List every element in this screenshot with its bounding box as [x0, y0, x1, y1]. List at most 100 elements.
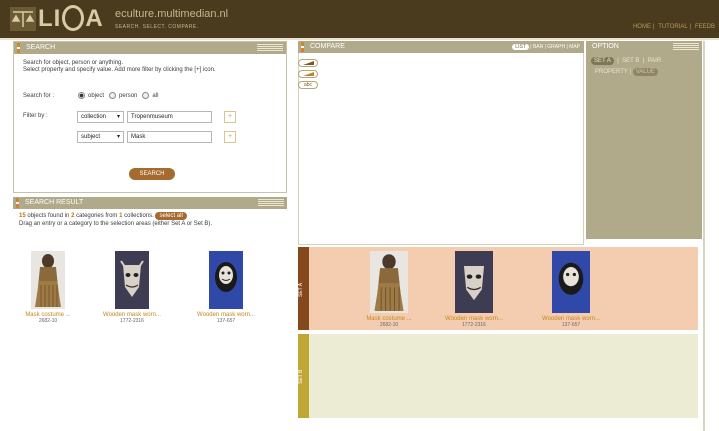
- search-button[interactable]: SEARCH: [129, 168, 175, 180]
- compare-panel-header: COMPARE LIST | BAR | GRAPH | MAP: [298, 41, 584, 53]
- result-item-1[interactable]: Mask costume ... 2682-10: [13, 312, 83, 324]
- panel-marker-icon: [301, 42, 304, 52]
- option-tab-set-b[interactable]: SET B: [622, 58, 639, 64]
- result-id-3: 137-657: [216, 318, 236, 324]
- option-subtab-value[interactable]: VALUE: [632, 68, 658, 76]
- chevron-down-icon: ▾: [116, 134, 120, 140]
- panel-marker-icon: [16, 198, 19, 208]
- result-item-3[interactable]: Wooden mask worn... 137-657: [191, 312, 261, 324]
- search-panel: SEARCH Search for object, person or anyt…: [13, 41, 287, 193]
- sort-asc-tool[interactable]: [298, 59, 318, 67]
- chevron-down-icon: ▾: [116, 114, 120, 120]
- nav-home-link[interactable]: HOME: [633, 24, 651, 30]
- search-panel-title: SEARCH: [26, 44, 56, 51]
- result-instruction: Drag an entry or a category to the selec…: [19, 221, 213, 227]
- top-nav: HOME | TUTORIAL | FEEDB: [632, 24, 715, 30]
- radio-person[interactable]: [109, 92, 117, 99]
- site-tagline: SEARCH. SELECT. COMPARE.: [115, 24, 199, 30]
- panel-grip-icon[interactable]: [673, 43, 699, 51]
- set-b-label: SET B: [298, 369, 304, 385]
- filter-by-label: Filter by :: [23, 113, 48, 119]
- compare-panel-title: COMPARE: [310, 43, 345, 50]
- panel-grip-icon[interactable]: [257, 44, 283, 52]
- panel-grip-icon[interactable]: [258, 199, 284, 207]
- view-tab-list[interactable]: LIST: [512, 44, 529, 50]
- result-thumbnail-3[interactable]: [209, 251, 243, 309]
- filter-property-value-1: collection: [81, 114, 107, 120]
- select-all-button[interactable]: select all: [155, 212, 187, 220]
- sort-ascending-icon: [303, 61, 314, 65]
- set-a-label: SET A: [298, 282, 304, 298]
- app-root: LI A eculture.multimedian.nl SEARCH. SELE…: [0, 0, 719, 431]
- add-filter-button-1[interactable]: +: [224, 111, 236, 123]
- set-a-drop-area[interactable]: Mask costume ... 2682-10 Wooden mask wor…: [309, 247, 698, 330]
- result-summary: 15 objects found in 2 categories from 1 …: [19, 212, 187, 220]
- set-a-id-1: 2682-10: [379, 322, 399, 328]
- compare-panel-body: [298, 53, 584, 245]
- set-a-tab[interactable]: SET A: [298, 247, 309, 330]
- sort-desc-tool[interactable]: [298, 70, 318, 78]
- result-thumbnail-2[interactable]: [115, 251, 149, 309]
- add-filter-button-2[interactable]: +: [224, 131, 236, 143]
- result-categories-suffix: categories from: [74, 213, 120, 219]
- radio-person-label: person: [119, 93, 138, 100]
- set-a-id-2: 1772-2316: [462, 322, 486, 328]
- search-result-panel: SEARCH RESULT 15 objects found in 2 cate…: [13, 197, 287, 427]
- top-banner: LI A eculture.multimedian.nl SEARCH. SELE…: [0, 0, 719, 38]
- result-count-suffix: objects found in: [25, 213, 72, 219]
- logo-wordmark[interactable]: LI A: [38, 5, 104, 33]
- result-thumbnail-1[interactable]: [31, 251, 65, 309]
- option-set-tabs: SET A | SET B | PAIR: [591, 57, 661, 65]
- nav-feedback-link[interactable]: FEEDB: [695, 24, 715, 30]
- site-url: eculture.multimedian.nl: [115, 8, 229, 20]
- set-a-item-1[interactable]: Mask costume ... 2682-10: [354, 316, 424, 328]
- radio-all[interactable]: [142, 92, 150, 99]
- sort-alpha-tool[interactable]: abc: [298, 81, 318, 89]
- sort-descending-icon: [303, 72, 314, 76]
- set-b-drop-area[interactable]: [309, 334, 698, 418]
- set-a-item-3[interactable]: Wooden mask worn... 137-657: [536, 316, 606, 328]
- set-a-thumbnail-1[interactable]: [370, 251, 408, 313]
- option-panel-header: OPTION: [586, 41, 702, 53]
- search-for-options: object person all: [78, 92, 158, 99]
- logo-emblem-icon: [10, 7, 36, 31]
- search-for-label: Search for :: [23, 93, 55, 99]
- option-sub-tabs: PROPERTY | VALUE: [595, 68, 658, 76]
- option-tab-pair[interactable]: PAIR: [648, 58, 662, 64]
- set-a-item-2[interactable]: Wooden mask worn... 1772-2316: [439, 316, 509, 328]
- set-b-tab[interactable]: SET B: [298, 334, 309, 418]
- option-panel-title: OPTION: [592, 43, 619, 50]
- banner-divider: [0, 38, 719, 40]
- view-tab-bar[interactable]: BAR: [533, 44, 543, 50]
- result-panel-header: SEARCH RESULT: [13, 197, 287, 209]
- view-tab-map[interactable]: MAP: [569, 44, 580, 50]
- view-tabs: LIST | BAR | GRAPH | MAP: [512, 43, 580, 51]
- set-a-thumbnail-2[interactable]: [455, 251, 493, 313]
- result-id-1: 2682-10: [38, 318, 58, 324]
- option-panel-body: SET A | SET B | PAIR PROPERTY | VALUE: [586, 53, 702, 239]
- option-subtab-property[interactable]: PROPERTY: [595, 69, 628, 75]
- radio-object[interactable]: [78, 92, 85, 99]
- filter-value-input-2[interactable]: Mask: [127, 131, 212, 143]
- set-a-thumbnail-3[interactable]: [552, 251, 590, 313]
- option-tab-set-a[interactable]: SET A: [591, 57, 614, 65]
- search-panel-header: SEARCH: [14, 42, 286, 54]
- search-help-line-2: Select property and specify value. Add m…: [23, 67, 216, 73]
- nav-tutorial-link[interactable]: TUTORIAL: [658, 24, 688, 30]
- radio-object-label: object: [88, 93, 105, 100]
- view-tab-graph[interactable]: GRAPH: [547, 44, 565, 50]
- result-panel-title: SEARCH RESULT: [25, 199, 84, 206]
- set-a-id-3: 137-657: [561, 322, 581, 328]
- result-count: 15: [19, 213, 26, 219]
- filter-value-input-1[interactable]: Tropenmuseum: [127, 111, 212, 123]
- result-collections-suffix: collections.: [122, 213, 154, 219]
- filter-property-value-2: subject: [81, 134, 101, 140]
- result-id-2: 1772-2316: [120, 318, 144, 324]
- filter-property-select-1[interactable]: collection ▾: [77, 111, 124, 123]
- filter-property-select-2[interactable]: subject ▾: [77, 131, 124, 143]
- result-item-2[interactable]: Wooden mask worn... 1772-2316: [97, 312, 167, 324]
- vertical-scrollbar[interactable]: [703, 41, 705, 431]
- radio-all-label: all: [152, 93, 159, 100]
- panel-marker-icon: [17, 43, 20, 53]
- search-help-line-1: Search for object, person or anything.: [23, 60, 124, 66]
